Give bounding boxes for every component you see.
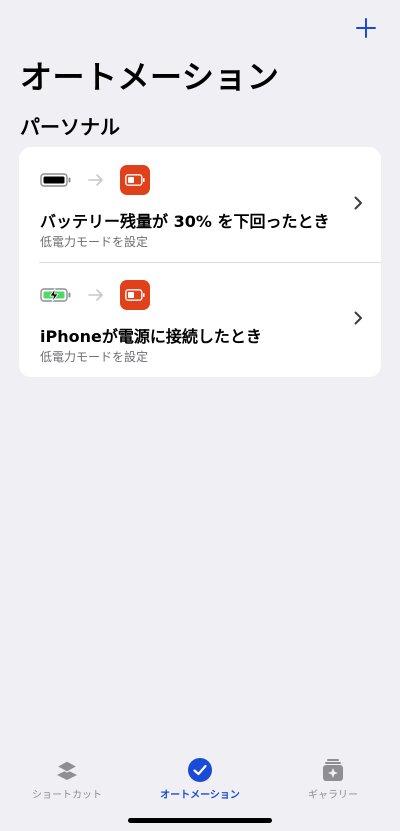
page-title: オートメーション [20, 58, 280, 96]
section-title: パーソナル [20, 115, 120, 139]
automation-subtitle: 低電力モードを設定 [40, 235, 149, 249]
arrow-right-icon [88, 174, 103, 186]
chevron-right-icon [354, 196, 362, 210]
battery-charging-icon [40, 288, 71, 302]
tab-gallery[interactable]: ギャラリー [273, 757, 393, 801]
tab-bar: ショートカット オートメーション ギャラリー [0, 751, 400, 831]
low-power-mode-icon [120, 280, 150, 310]
arrow-right-icon [88, 289, 103, 301]
plus-icon [356, 18, 376, 38]
tab-label: オートメーション [160, 790, 240, 801]
tab-label: ギャラリー [308, 790, 358, 801]
chevron-right-icon [354, 311, 362, 325]
automation-subtitle: 低電力モードを設定 [40, 350, 149, 364]
low-power-mode-icon [120, 165, 150, 195]
tab-automation[interactable]: オートメーション [140, 757, 260, 801]
tab-label: ショートカット [32, 790, 102, 801]
automation-icons [40, 165, 150, 195]
home-indicator [128, 818, 272, 823]
add-automation-button[interactable] [352, 14, 380, 42]
gallery-icon [323, 759, 343, 781]
tab-shortcuts[interactable]: ショートカット [7, 757, 127, 801]
stack-icon [55, 760, 79, 780]
automation-title: バッテリー残量が 30% を下回ったとき [40, 212, 330, 231]
battery-empty-icon [40, 173, 71, 187]
clock-check-icon [188, 758, 212, 782]
automation-row-charger-connected[interactable]: iPhoneが電源に接続したとき 低電力モードを設定 [19, 262, 381, 377]
automation-row-battery-low[interactable]: バッテリー残量が 30% を下回ったとき 低電力モードを設定 [19, 147, 381, 262]
automation-icons [40, 280, 150, 310]
automation-list: バッテリー残量が 30% を下回ったとき 低電力モードを設定 iPhoneが電源… [19, 147, 381, 377]
automation-title: iPhoneが電源に接続したとき [40, 327, 262, 346]
